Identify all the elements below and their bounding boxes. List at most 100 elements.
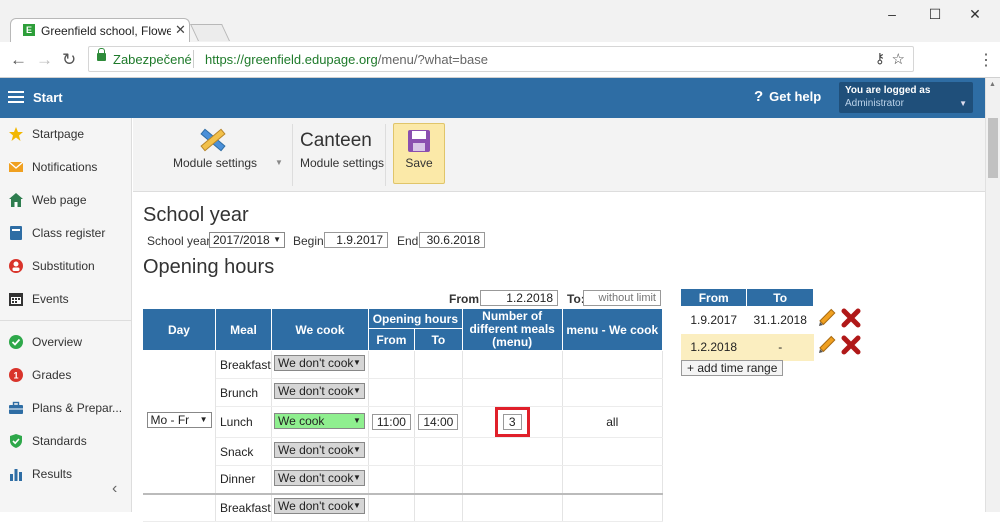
hamburger-menu-icon[interactable] xyxy=(8,91,24,93)
svg-text:1: 1 xyxy=(13,371,18,381)
from-time-cell xyxy=(368,378,415,407)
day-select[interactable]: Mo - Fr ▼ xyxy=(146,412,212,429)
get-help-label: Get help xyxy=(769,89,822,104)
col-we-cook: We cook xyxy=(270,308,369,351)
collapse-sidebar-icon[interactable]: ‹ xyxy=(112,480,117,498)
meal-cell: Breakfast xyxy=(215,350,272,379)
edit-pencil-icon[interactable] xyxy=(817,335,837,358)
sidebar-item-standards[interactable]: Standards xyxy=(0,425,131,458)
url-separator xyxy=(193,50,194,68)
module-settings-dropdown-icon[interactable]: ▼ xyxy=(275,158,283,167)
from-time-cell xyxy=(368,350,415,379)
tab-title: Greenfield school, Flower xyxy=(41,24,171,38)
user-name: Administrator xyxy=(845,98,904,109)
delete-x-icon[interactable] xyxy=(841,308,861,331)
sidebar-item-events[interactable]: Events xyxy=(0,283,131,316)
sidebar-item-grades[interactable]: 1 Grades xyxy=(0,359,131,392)
browser-tab[interactable]: E Greenfield school, Flower ✕ xyxy=(10,18,190,42)
menu-we-cook-cell xyxy=(562,350,663,379)
pencil-ruler-icon xyxy=(200,128,226,152)
scrollbar-thumb[interactable] xyxy=(988,118,998,178)
url-input[interactable]: Zabezpečené https://greenfield.edupage.o… xyxy=(88,46,914,72)
url-path: /menu/?what=base xyxy=(377,52,488,67)
chevron-down-icon: ▼ xyxy=(273,235,281,244)
star-icon xyxy=(9,127,23,141)
col-from: From xyxy=(367,328,415,351)
close-window-button[interactable]: ✕ xyxy=(955,4,995,24)
reload-icon[interactable]: ↻ xyxy=(62,50,76,70)
table-row: Mo - Fr ▼ Breakfast We don't cook ▼ xyxy=(142,350,663,495)
lock-icon xyxy=(97,48,106,61)
chevron-down-icon: ▼ xyxy=(353,415,361,425)
new-tab-button[interactable] xyxy=(190,24,230,41)
sidebar-item-startpage[interactable]: Startpage xyxy=(0,118,131,151)
we-cook-select[interactable]: We don't cook ▼ xyxy=(273,469,365,486)
page-subtitle: Module settings xyxy=(300,156,385,170)
begin-date-input[interactable]: 1.9.2017 xyxy=(324,232,388,248)
we-cook-cell: We don't cook ▼ xyxy=(271,437,369,466)
maximize-button[interactable]: ☐ xyxy=(915,4,955,24)
browser-tab-bar: E Greenfield school, Flower ✕ – ☐ ✕ xyxy=(0,0,1000,42)
we-cook-cell: We don't cook ▼ xyxy=(271,465,369,495)
chevron-down-icon: ▼ xyxy=(353,501,361,511)
sidebar-item-label: Startpage xyxy=(32,127,85,141)
url-text: https://greenfield.edupage.org/menu/?wha… xyxy=(205,52,488,67)
module-toolbar: Module settings ▼ Canteen Module setting… xyxy=(133,118,985,192)
bookmark-star-icon[interactable]: ☆ xyxy=(892,50,905,68)
highlight-box: 3 xyxy=(494,407,530,437)
range-col-from: From xyxy=(679,288,748,307)
page-scrollbar[interactable]: ▲ xyxy=(985,78,1000,512)
sidebar-item-label: Overview xyxy=(32,335,83,349)
num-meals-input[interactable]: 3 xyxy=(502,414,522,430)
we-cook-cell: We cook ▼ xyxy=(271,406,369,438)
we-cook-select[interactable]: We don't cook ▼ xyxy=(273,442,365,458)
we-cook-select[interactable]: We cook ▼ xyxy=(273,412,365,429)
end-date-input[interactable]: 30.6.2018 xyxy=(419,232,485,248)
we-cook-select[interactable]: We don't cook ▼ xyxy=(273,355,365,371)
from-time-input[interactable]: 11:00 xyxy=(371,414,411,430)
school-year-value: 2017/2018 xyxy=(213,233,270,247)
sidebar-item-plans-prepar[interactable]: Plans & Prepar... xyxy=(0,392,131,425)
module-settings-button[interactable]: Module settings xyxy=(173,156,257,170)
minimize-button[interactable]: – xyxy=(872,4,912,24)
we-cook-value: We don't cook xyxy=(277,499,354,514)
tab-close-icon[interactable]: ✕ xyxy=(175,22,186,38)
to-date-input[interactable] xyxy=(583,290,661,306)
sidebar-item-notifications[interactable]: Notifications xyxy=(0,151,131,184)
sidebar-item-substitution[interactable]: Substitution xyxy=(0,250,131,283)
key-icon[interactable]: ⚷ xyxy=(875,50,885,67)
get-help-link[interactable]: ? Get help xyxy=(754,88,821,105)
school-year-select[interactable]: 2017/2018 ▼ xyxy=(209,232,285,248)
sidebar-item-label: Standards xyxy=(32,434,87,448)
user-menu[interactable]: You are logged as Administrator ▼ xyxy=(839,82,973,113)
sidebar-item-label: Grades xyxy=(32,368,72,382)
to-time-input[interactable]: 14:00 xyxy=(418,414,459,430)
from-date-input[interactable]: 1.2.2018 xyxy=(480,290,558,306)
sidebar-item-overview[interactable]: Overview xyxy=(0,326,131,359)
we-cook-select[interactable]: We don't cook ▼ xyxy=(273,383,365,399)
start-link[interactable]: Start xyxy=(33,90,63,105)
we-cook-value: We don't cook xyxy=(277,384,354,398)
to-time-cell xyxy=(414,437,463,466)
time-range-row[interactable]: 1.9.2017 31.1.2018 xyxy=(680,306,814,334)
from-time-cell xyxy=(368,465,415,495)
save-button[interactable]: Save xyxy=(393,123,445,184)
scroll-up-icon[interactable]: ▲ xyxy=(989,81,996,88)
opening-hours-table: Day Meal We cook Opening hours Number of… xyxy=(142,308,663,522)
opening-hours-body: Mo - Fr ▼ Breakfast We don't cook ▼ Brunch We … xyxy=(142,350,663,522)
browser-menu-icon[interactable]: ⋮ xyxy=(978,50,994,70)
sidebar-item-web-page[interactable]: Web page xyxy=(0,184,131,217)
sidebar-item-class-register[interactable]: Class register xyxy=(0,217,131,250)
to-time-cell xyxy=(414,465,463,495)
sidebar-item-label: Events xyxy=(32,292,69,306)
add-time-range-button[interactable]: + add time range xyxy=(681,360,784,376)
edit-pencil-icon[interactable] xyxy=(817,308,837,331)
chevron-down-icon: ▼ xyxy=(353,386,361,395)
time-range-row[interactable]: 1.2.2018 - xyxy=(680,333,814,361)
forward-arrow-icon[interactable]: → xyxy=(36,50,53,70)
back-arrow-icon[interactable]: ← xyxy=(10,50,27,70)
delete-x-icon[interactable] xyxy=(841,335,861,358)
num-meals-cell xyxy=(462,493,563,522)
edupage-favicon-icon: E xyxy=(23,24,35,36)
we-cook-value: We don't cook xyxy=(277,443,354,457)
